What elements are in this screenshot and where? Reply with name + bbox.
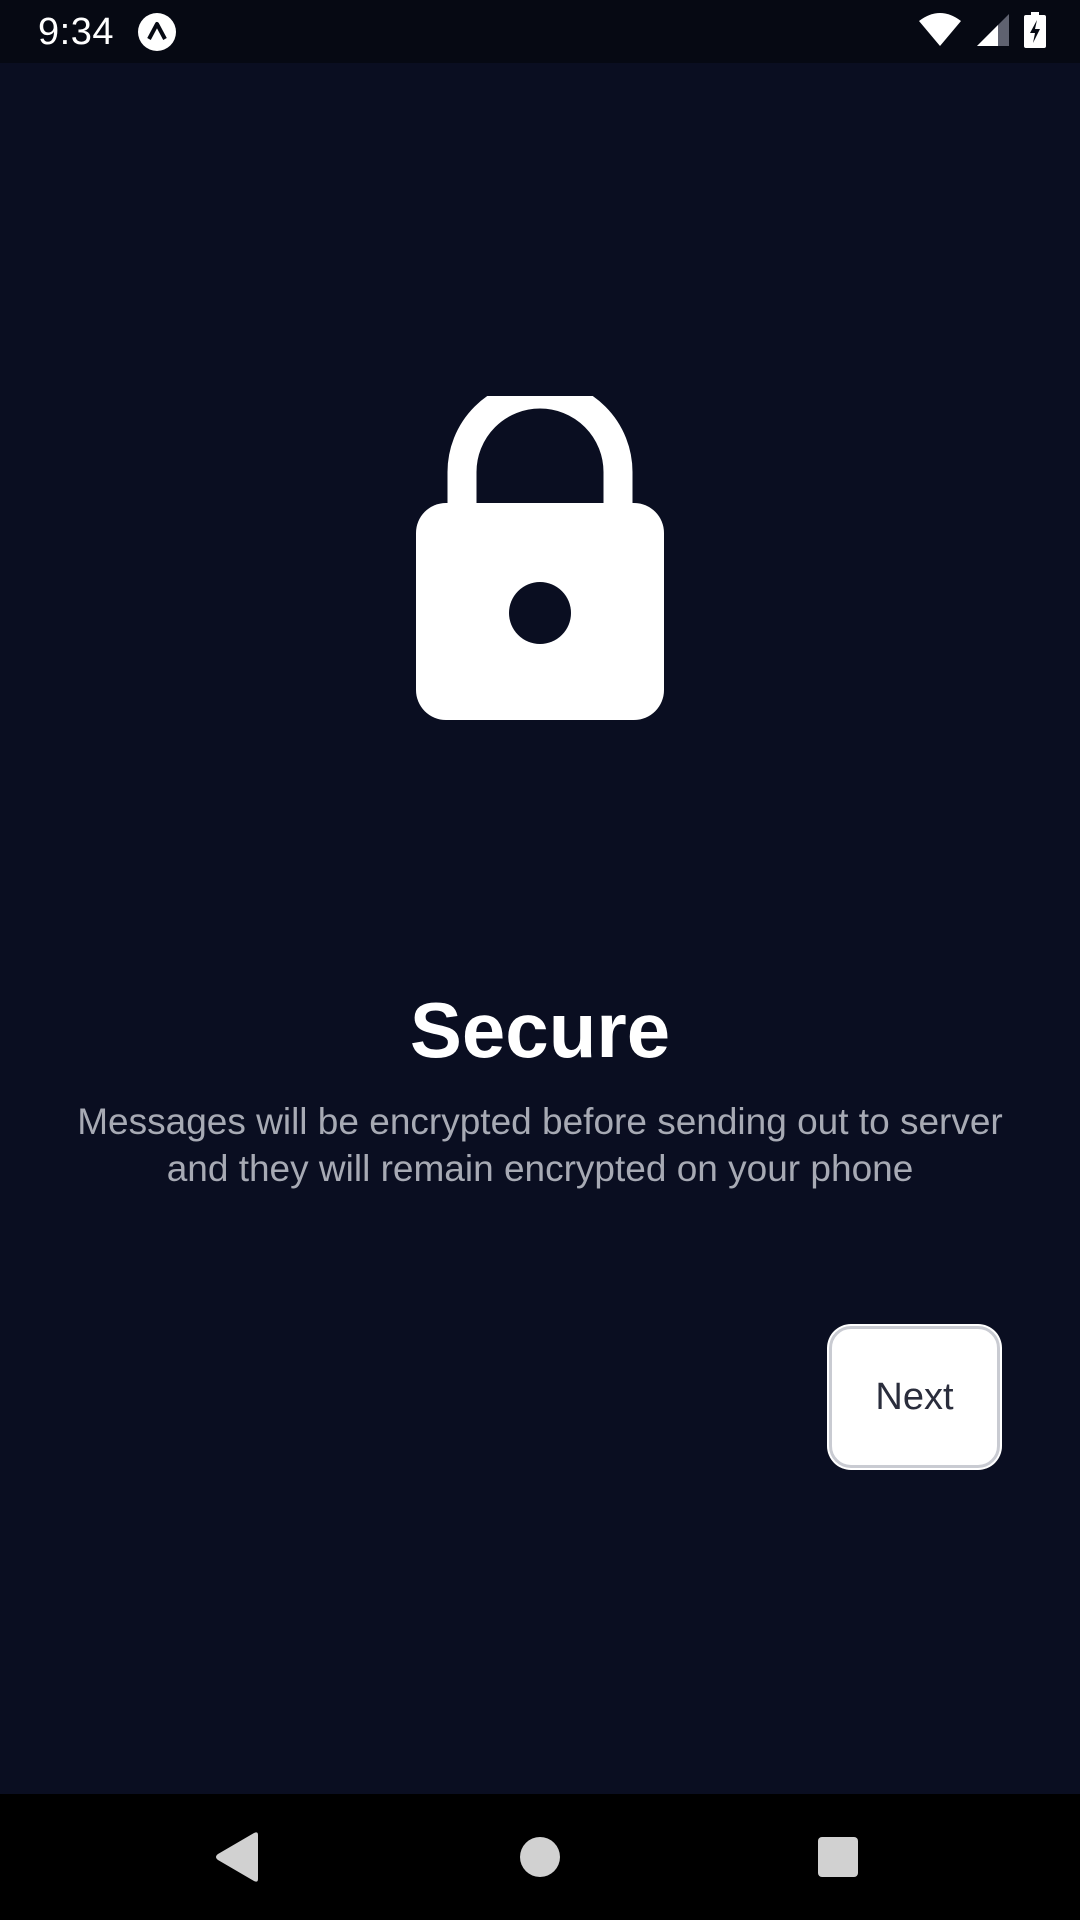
- cellular-signal-icon: [976, 13, 1010, 52]
- lock-icon: [416, 396, 664, 720]
- status-bar: 9:34: [0, 0, 1080, 63]
- battery-charging-icon: [1024, 11, 1046, 53]
- status-icons: [918, 11, 1046, 53]
- back-icon[interactable]: [208, 1827, 268, 1887]
- navigation-bar: [0, 1794, 1080, 1920]
- home-icon[interactable]: [510, 1827, 570, 1887]
- page-description: Messages will be encrypted before sendin…: [77, 1101, 1003, 1189]
- app-notification-icon: [138, 13, 176, 51]
- page-title: Secure: [409, 986, 671, 1074]
- wifi-icon: [918, 12, 962, 52]
- recents-icon[interactable]: [808, 1827, 868, 1887]
- status-time: 9:34: [38, 11, 114, 53]
- next-button[interactable]: Next: [829, 1326, 1000, 1468]
- onboarding-screen: 9:34 Secure Messages will be encrypted b…: [0, 0, 1080, 1920]
